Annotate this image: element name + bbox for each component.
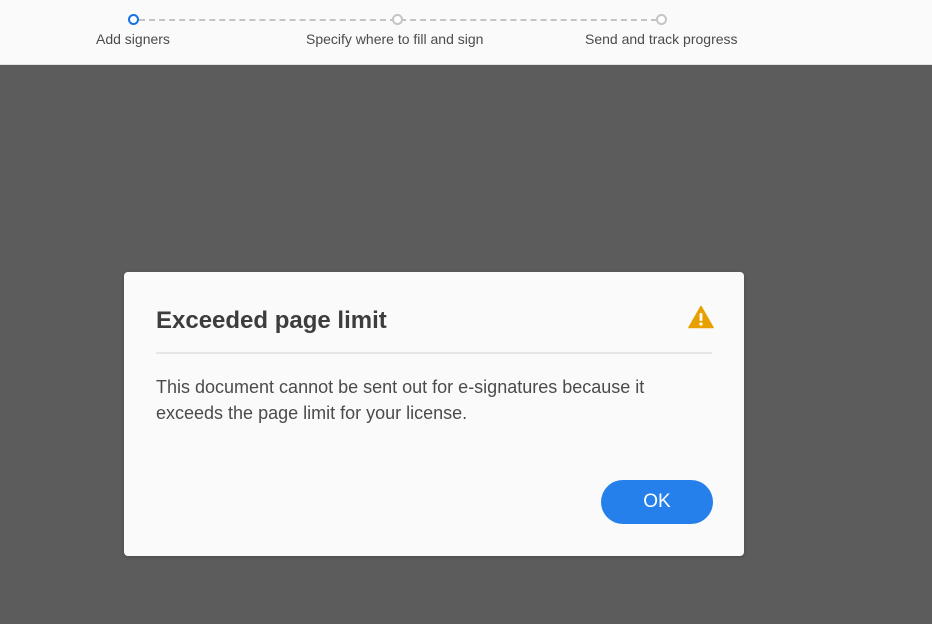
dialog-message: This document cannot be sent out for e-s…: [156, 377, 645, 423]
alert-triangle-icon: [688, 305, 714, 329]
step-3-indicator: [656, 14, 667, 25]
step-2-indicator: [392, 14, 403, 25]
exceeded-page-limit-dialog: Exceeded page limit This document cannot…: [124, 272, 744, 556]
ok-button[interactable]: OK: [601, 480, 713, 524]
step-2-label[interactable]: Specify where to fill and sign: [306, 31, 483, 47]
step-1-label[interactable]: Add signers: [96, 31, 170, 47]
step-1-indicator: [128, 14, 139, 25]
dialog-divider: [156, 352, 712, 354]
progress-header: Add signers Specify where to fill and si…: [0, 0, 932, 65]
dialog-title: Exceeded page limit: [156, 307, 387, 334]
step-3-label[interactable]: Send and track progress: [585, 31, 738, 47]
